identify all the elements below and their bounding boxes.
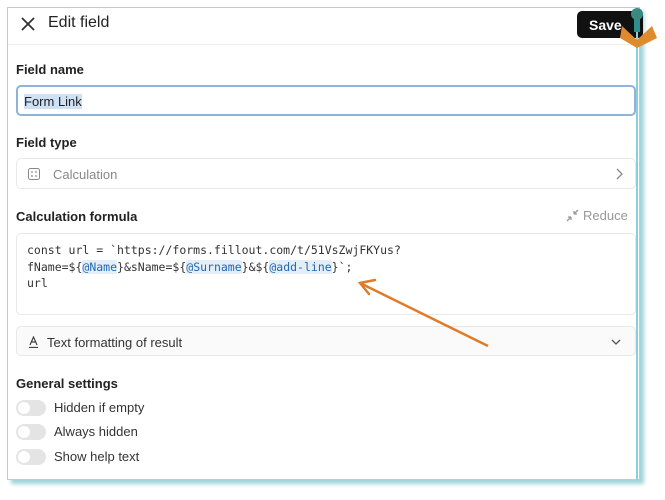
cursor-pointer-icon xyxy=(620,8,657,480)
annotation-arrow xyxy=(357,278,489,348)
annotation-layer xyxy=(357,8,657,480)
